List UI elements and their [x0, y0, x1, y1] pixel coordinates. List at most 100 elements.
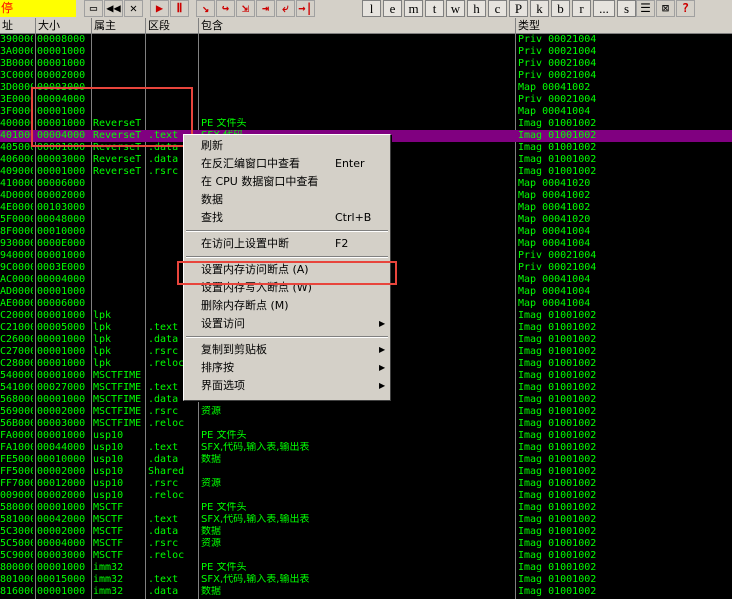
toolbar-letter-button[interactable]: l	[362, 0, 381, 17]
close-icon: ✕	[129, 1, 138, 15]
table-row[interactable]: 5C5000 00004000 MSCTF .rsrc 资源 Imag 01001002	[0, 538, 732, 550]
folder-icon: ▭	[89, 1, 98, 15]
rewind-button[interactable]: ◀◀	[104, 0, 123, 17]
list-button[interactable]: ☰	[636, 0, 655, 17]
menu-item-label: 在访问上设置中断	[201, 237, 289, 250]
pause-button[interactable]: Ⅱ	[170, 0, 189, 17]
address-cell: 580000	[0, 502, 33, 513]
toolbar-letter-button[interactable]: k	[530, 0, 549, 17]
table-row[interactable]: 56B000 00003000 MSCTFIME .reloc Imag 0100100…	[0, 418, 732, 430]
highlight-box-menu-item	[177, 261, 397, 285]
menu-item[interactable]: 设置访问 ▶	[184, 315, 390, 333]
table-row[interactable]: 5C3000 00002000 MSCTF .data 数据 Imag 01001002	[0, 526, 732, 538]
list-icon: ☰	[640, 1, 651, 15]
toolbar-letter-button[interactable]: t	[425, 0, 444, 17]
header-contains[interactable]: 包含	[199, 18, 516, 33]
toolbar-letter-button[interactable]: r	[572, 0, 591, 17]
address-cell: 3F0000	[0, 106, 33, 117]
table-row[interactable]: FA0000 00001000 usp10 PE 文件头 Imag 01001002	[0, 430, 732, 442]
table-row[interactable]: FF5000 00002000 usp10 Shared Imag 01001002	[0, 466, 732, 478]
table-row[interactable]: 3C0000 00002000 Priv 00021004	[0, 70, 732, 82]
table-row[interactable]: FE5000 00010000 usp10 .data 数据 Imag 01001002	[0, 454, 732, 466]
menu-item[interactable]: 在 CPU 数据窗口中查看	[184, 173, 390, 191]
size-cell: 00044000	[37, 442, 86, 453]
table-row[interactable]: 580000 00001000 MSCTF PE 文件头 Imag 01001002	[0, 502, 732, 514]
type-cell: Map 00041002	[518, 82, 591, 93]
execute-till-return-button[interactable]: ⤶	[276, 0, 295, 17]
menu-item-label: 复制到剪贴板	[201, 343, 267, 356]
type-cell: Imag 01001002	[518, 130, 597, 141]
type-cell: Imag 01001002	[518, 334, 597, 345]
size-cell: 00004000	[37, 538, 86, 549]
toolbar-letter-button[interactable]: s	[617, 0, 636, 17]
table-row[interactable]: 581000 00042000 MSCTF .text SFX,代码,输入表,输出表 Im…	[0, 514, 732, 526]
header-address[interactable]: 址	[0, 18, 36, 33]
toolbar-letter-button[interactable]: e	[383, 0, 402, 17]
table-row[interactable]: 390000 00008000 Priv 00021004	[0, 34, 732, 46]
trace-over-button[interactable]: ⇥	[256, 0, 275, 17]
size-cell: 00103000	[37, 202, 86, 213]
header-owner[interactable]: 属主	[92, 18, 146, 33]
table-row[interactable]: 5C9000 00003000 MSCTF .reloc Imag 01001002	[0, 550, 732, 562]
menu-item[interactable]: 刷新	[184, 137, 390, 155]
trace-into-button[interactable]: ⇲	[236, 0, 255, 17]
address-cell: 541000	[0, 382, 33, 393]
address-cell: 568000	[0, 394, 33, 405]
header-section[interactable]: 区段	[146, 18, 199, 33]
header-size[interactable]: 大小	[36, 18, 92, 33]
help-button[interactable]: ?	[676, 0, 695, 17]
menu-separator	[186, 336, 388, 338]
table-row[interactable]: 816000 00001000 imm32 .data 数据 Imag 01001002	[0, 586, 732, 598]
size-cell: 00015000	[37, 574, 86, 585]
run-button[interactable]: ▶	[150, 0, 169, 17]
owner-cell: MSCTFIME	[93, 418, 142, 429]
address-cell: 409000	[0, 166, 33, 177]
table-row[interactable]: 569000 00002000 MSCTFIME .rsrc 资源 Imag 010010…	[0, 406, 732, 418]
toolbar-letter-button[interactable]: ...	[593, 0, 615, 17]
table-row[interactable]: FF7000 00012000 usp10 .rsrc 资源 Imag 01001002	[0, 478, 732, 490]
toolbar-letter-button[interactable]: w	[446, 0, 465, 17]
toolbar-letter-button[interactable]: b	[551, 0, 570, 17]
toolbar-letter-button[interactable]: P	[509, 0, 528, 17]
owner-cell	[93, 286, 145, 298]
toolbar-letter-button[interactable]: m	[404, 0, 423, 17]
menu-item[interactable]: 排序按 ▶	[184, 359, 390, 377]
type-cell: Imag 01001002	[518, 118, 597, 129]
type-cell: Priv 00021004	[518, 34, 597, 45]
table-row[interactable]: FA1000 00044000 usp10 .text SFX,代码,输入表,输出表 Im…	[0, 442, 732, 454]
step-into-button[interactable]: ↘	[196, 0, 215, 17]
menu-item[interactable]: 查找 Ctrl+B	[184, 209, 390, 227]
submenu-arrow-icon: ▶	[379, 319, 386, 328]
header-type[interactable]: 类型	[516, 18, 732, 33]
window-button[interactable]: ⊠	[656, 0, 675, 17]
goto-button[interactable]: →|	[296, 0, 315, 17]
table-row[interactable]: 3A0000 00001000 Priv 00021004	[0, 46, 732, 58]
menu-item[interactable]: 在访问上设置中断 F2	[184, 235, 390, 253]
section-cell: .rsrc	[148, 538, 179, 549]
toolbar-letter-button[interactable]: h	[467, 0, 486, 17]
contains-cell	[201, 82, 515, 94]
table-row[interactable]: 3B0000 00001000 Priv 00021004	[0, 58, 732, 70]
menu-item[interactable]: 在反汇编窗口中查看 Enter	[184, 155, 390, 173]
owner-cell: lpk	[93, 346, 112, 357]
address-cell: 3D0000	[0, 82, 33, 93]
address-cell: 3B0000	[0, 58, 33, 69]
table-row[interactable]: 801000 00015000 imm32 .text SFX,代码,输入表,输出表 Im…	[0, 574, 732, 586]
toolbar-letter-button[interactable]: c	[488, 0, 507, 17]
section-cell: Shared	[148, 466, 185, 477]
address-cell: 8F0000	[0, 226, 33, 237]
menu-item[interactable]: 复制到剪贴板 ▶	[184, 341, 390, 359]
menu-item[interactable]: 删除内存断点 (M)	[184, 297, 390, 315]
table-row[interactable]: 009000 00002000 usp10 .reloc Imag 01001002	[0, 490, 732, 502]
size-cell: 00001000	[37, 586, 86, 597]
menu-item[interactable]: 数据	[184, 191, 390, 209]
type-cell: Imag 01001002	[518, 454, 597, 465]
folder-button[interactable]: ▭	[84, 0, 103, 17]
menu-item[interactable]: 界面选项 ▶	[184, 377, 390, 395]
close-button[interactable]: ✕	[124, 0, 143, 17]
step-over-button[interactable]: ↪	[216, 0, 235, 17]
address-cell: 009000	[0, 490, 33, 501]
size-cell: 00002000	[37, 490, 86, 501]
table-row[interactable]: 800000 00001000 imm32 PE 文件头 Imag 01001002	[0, 562, 732, 574]
section-cell: .text	[148, 442, 179, 453]
